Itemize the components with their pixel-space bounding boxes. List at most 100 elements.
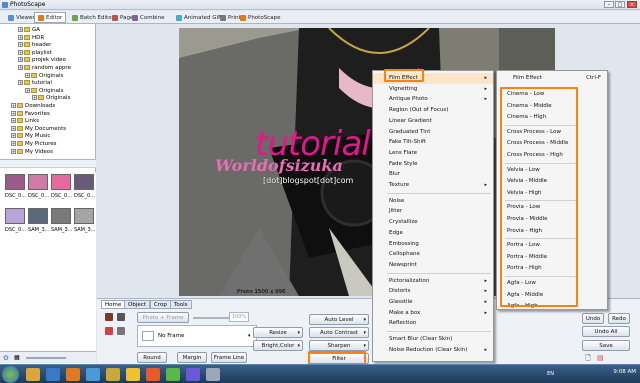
expand-icon[interactable]: + [18,57,23,63]
thumbnail[interactable] [5,174,25,190]
frame-color-icon[interactable] [105,313,113,321]
auto-contrast-button[interactable]: Auto Contrast [309,327,369,338]
expand-icon[interactable]: + [11,110,16,116]
auto-level-button[interactable]: Auto Level [309,314,369,325]
round-button[interactable]: Round [137,352,167,363]
grid-icon[interactable]: ▦ [14,354,20,361]
maximize-button[interactable]: □ [615,1,625,8]
expand-icon[interactable]: + [18,27,23,32]
filter-menu-item[interactable]: Jitter [373,206,493,217]
frame-line-button[interactable]: Frame Line [211,352,247,363]
film-effect-item[interactable]: Film Effect Ctrl-F [497,73,607,84]
app3-taskbar-icon[interactable] [206,368,220,381]
expand-icon[interactable]: + [25,72,30,78]
filter-menu-item[interactable]: Edge [373,228,493,239]
tab-tools[interactable]: Tools [170,300,192,309]
start-button[interactable] [2,366,19,383]
expand-icon[interactable]: + [11,118,16,124]
explorer-icon[interactable] [26,368,40,381]
filter-menu-item[interactable]: Smart Blur (Clear Skin) [373,334,493,345]
filter-menu-item[interactable]: Graduated Tint [373,127,493,138]
ie-icon[interactable] [46,368,60,381]
expand-icon[interactable]: + [18,80,23,86]
filter-menu-item[interactable]: Pictorialization ▸ [373,276,493,287]
expand-icon[interactable]: + [11,148,16,154]
flower-icon[interactable]: ✿ [3,354,9,362]
tab-combine[interactable]: Combine [128,12,168,23]
thumbnail[interactable] [28,208,48,224]
folder-taskbar-icon[interactable] [106,368,120,381]
filter-menu-item[interactable]: Reflection [373,318,493,329]
filter-menu-item[interactable]: Region (Out of Focus) [373,105,493,116]
language-indicator[interactable]: EN [547,371,554,377]
expand-icon[interactable]: + [32,95,37,101]
minimize-button[interactable]: – [604,1,614,8]
photo-frame-button[interactable]: Photo + Frame [137,312,189,323]
expand-icon[interactable]: + [18,34,23,40]
menu-icon[interactable]: ▤ [597,354,604,362]
save-button[interactable]: Save [582,340,630,351]
tab-crop[interactable]: Crop [150,300,171,309]
chevron-down-icon[interactable]: ▾ [248,333,251,339]
thumbnail[interactable] [28,174,48,190]
bright-color-button[interactable]: Bright,Color [253,340,303,351]
tab-photoscape[interactable]: PhotoScape [236,12,284,23]
filter-menu-item[interactable]: Cellophane [373,249,493,260]
flip-icon[interactable]: ⇔ [221,288,226,295]
expand-icon[interactable]: + [18,42,23,48]
thumbnail[interactable] [5,208,25,224]
thumbnail[interactable] [51,174,71,190]
expand-icon[interactable]: + [11,103,16,108]
rotate-right-icon[interactable]: ↻ [211,288,216,295]
tab-object[interactable]: Object [124,300,150,309]
messenger-icon[interactable] [126,368,140,381]
thumbnail[interactable] [51,208,71,224]
filter-menu-item[interactable]: Fake Tilt-Shift [373,137,493,148]
filter-menu-item[interactable]: Distorts ▸ [373,286,493,297]
frame-preview[interactable]: No Frame ▾ [137,325,257,347]
rotate-left-icon[interactable]: ↺ [201,288,206,295]
thumbnail[interactable] [74,174,94,190]
tree-scrollbar[interactable] [0,160,96,168]
filter-menu-item[interactable]: Crystallize [373,217,493,228]
expand-icon[interactable]: + [18,49,23,55]
filter-menu-item[interactable]: Glasstile ▸ [373,297,493,308]
tab-home[interactable]: Home [101,300,126,309]
expand-icon[interactable]: + [18,65,23,70]
filter-menu-item[interactable]: Noise Reduction (Clear Skin) ▸ [373,345,493,356]
sharpen-button[interactable]: Sharpen [309,340,369,351]
zoom-field[interactable]: 100% [229,312,249,322]
expand-icon[interactable]: + [11,125,16,131]
undo-all-button[interactable]: Undo All [582,326,630,337]
filter-menu-item[interactable]: Embossing [373,239,493,250]
media-player-icon[interactable] [66,368,80,381]
photoscape-taskbar-icon[interactable] [86,368,100,381]
filter-menu-item[interactable]: Vignetting ▸ [373,84,493,95]
redo-button[interactable]: Redo [608,313,630,324]
app-taskbar-icon[interactable] [166,368,180,381]
filter-menu-item[interactable]: Noise [373,196,493,207]
filter-menu-item[interactable]: Blur [373,169,493,180]
filter-menu-item[interactable]: Linear Gradient [373,116,493,127]
frame-pink-icon[interactable] [105,327,113,335]
expand-icon[interactable]: + [25,87,30,93]
expand-icon[interactable]: + [11,141,16,146]
frame-gray-icon[interactable] [117,327,125,335]
frame-style-icon[interactable] [117,313,125,321]
margin-button[interactable]: Margin [177,352,207,363]
thumbnail[interactable] [74,208,94,224]
filter-menu-item[interactable]: Texture ▸ [373,180,493,191]
folder-tree[interactable]: + GA + HDR + header + playlist + projek video + ran… [0,24,96,160]
filter-menu-item[interactable]: Lens Flare [373,148,493,159]
firefox-icon[interactable] [146,368,160,381]
filter-menu-item[interactable]: Make a box ▸ [373,308,493,319]
tree-node[interactable]: + My Videos [11,148,53,156]
resize-button[interactable]: Resize [253,327,303,338]
close-button[interactable]: × [627,1,637,8]
tab-editor[interactable]: Editor [34,12,67,23]
undo-button[interactable]: Undo [582,313,604,324]
expand-icon[interactable]: + [11,133,16,139]
thumbnail-size-slider[interactable] [26,357,66,359]
app2-taskbar-icon[interactable] [186,368,200,381]
filter-menu-item[interactable]: Newsprint [373,260,493,271]
